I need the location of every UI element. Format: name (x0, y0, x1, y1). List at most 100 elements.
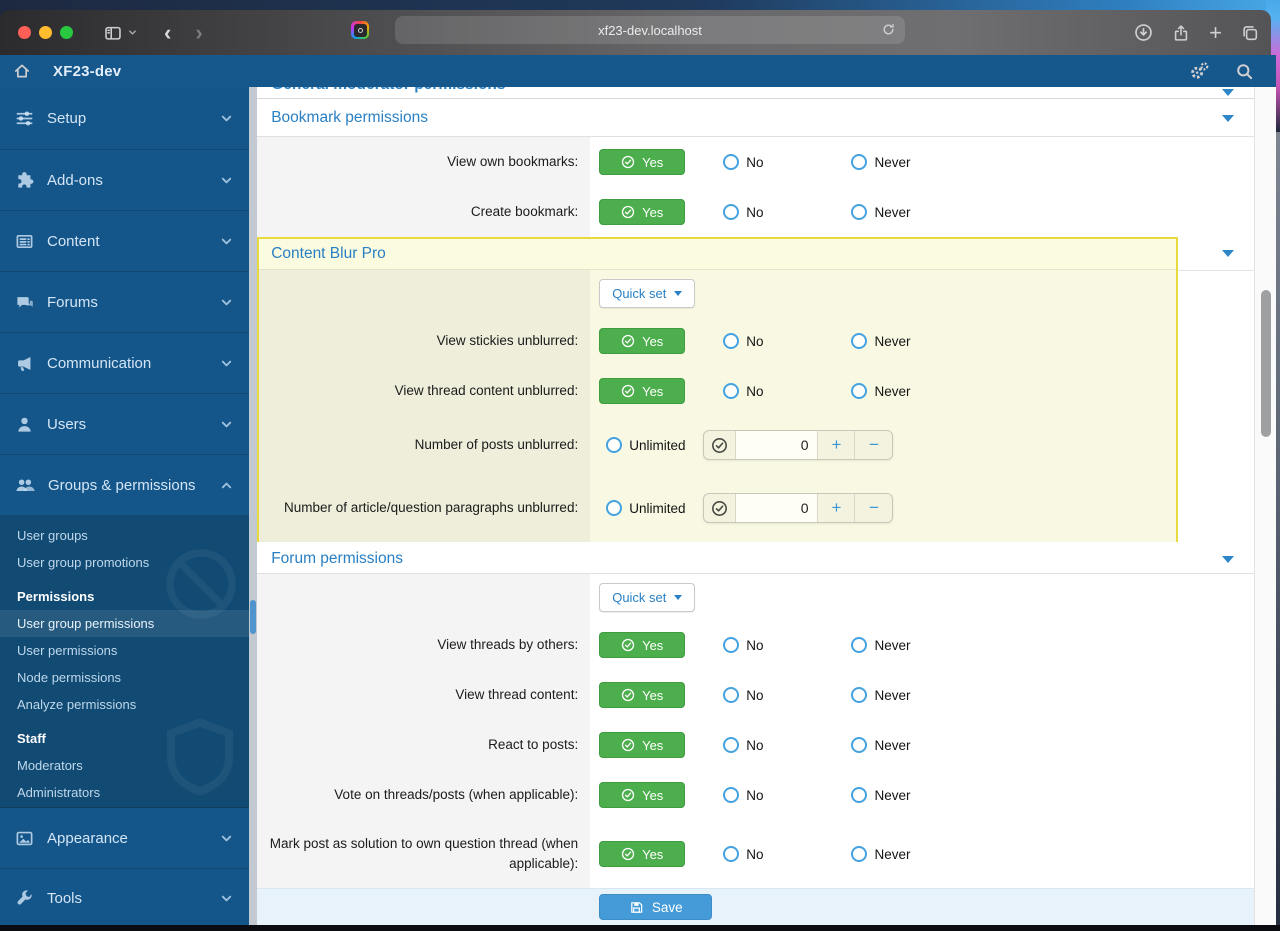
never-option[interactable]: Never (851, 204, 910, 220)
downloads-icon[interactable] (1134, 23, 1153, 42)
no-option[interactable]: No (723, 737, 763, 753)
never-option[interactable]: Never (851, 737, 910, 753)
sidebar-item-appearance[interactable]: Appearance (0, 808, 250, 869)
section-general-moderator-permissions[interactable]: General moderator permissions (257, 87, 1254, 99)
never-option[interactable]: Never (851, 154, 910, 170)
yes-button-selected[interactable]: Yes (599, 682, 686, 708)
number-input[interactable]: 0 (736, 494, 819, 522)
yes-button-selected[interactable]: Yes (599, 732, 686, 758)
share-icon[interactable] (1172, 24, 1190, 42)
sidebar-toggle-icon[interactable] (103, 24, 123, 42)
increment-button[interactable]: + (818, 494, 856, 522)
sidebar-chevron-icon[interactable] (127, 27, 138, 38)
no-option[interactable]: No (723, 333, 763, 349)
sidebar-scrollbar[interactable] (249, 87, 258, 925)
collapse-caret-icon[interactable] (1222, 114, 1234, 122)
quick-set-button[interactable]: Quick set (599, 582, 696, 612)
collapse-caret-icon[interactable] (1222, 250, 1234, 257)
radio-icon[interactable] (723, 333, 740, 349)
section-content-blur-pro[interactable]: Content Blur Pro (259, 239, 1177, 270)
sidebar-item-groups-permissions[interactable]: Groups & permissions (0, 455, 250, 516)
tab-overview-icon[interactable] (1241, 24, 1259, 42)
sidebar-item-forums[interactable]: Forums (0, 272, 250, 333)
yes-button-selected[interactable]: Yes (599, 378, 686, 404)
section-forum-permissions[interactable]: Forum permissions (257, 544, 1254, 574)
quick-set-button[interactable]: Quick set (599, 278, 696, 308)
sidebar-item-user-permissions[interactable]: User permissions (0, 637, 249, 664)
radio-icon[interactable] (851, 637, 868, 653)
no-option[interactable]: No (723, 154, 763, 170)
collapse-caret-icon[interactable] (1222, 555, 1234, 563)
yes-button-selected[interactable]: Yes (599, 841, 686, 867)
sidebar-item-communication[interactable]: Communication (0, 333, 250, 394)
yes-button-selected[interactable]: Yes (599, 632, 686, 658)
never-option[interactable]: Never (851, 637, 910, 653)
address-bar[interactable]: xf23-dev.localhost (395, 16, 905, 44)
selected-check-circle-icon[interactable] (704, 494, 737, 522)
sidebar-item-tools[interactable]: Tools (0, 869, 249, 925)
radio-icon[interactable] (851, 383, 868, 399)
radio-icon[interactable] (723, 637, 740, 653)
sidebar-item-setup[interactable]: Setup (0, 87, 250, 150)
number-input[interactable]: 0 (736, 431, 819, 459)
never-option[interactable]: Never (851, 383, 910, 399)
sidebar-item-node-permissions[interactable]: Node permissions (0, 664, 249, 691)
never-option[interactable]: Never (851, 846, 910, 862)
zoom-window-button[interactable] (60, 26, 73, 39)
collapse-caret-icon[interactable] (1222, 89, 1234, 96)
extension-icon[interactable] (351, 21, 369, 39)
increment-button[interactable]: + (818, 431, 856, 459)
radio-icon[interactable] (723, 687, 740, 703)
yes-button-selected[interactable]: Yes (599, 328, 686, 354)
no-option[interactable]: No (723, 787, 763, 803)
yes-button-selected[interactable]: Yes (599, 149, 686, 175)
no-option[interactable]: No (723, 687, 763, 703)
radio-icon[interactable] (851, 787, 868, 803)
no-option[interactable]: No (723, 846, 763, 862)
admin-settings-gears-icon[interactable] (1189, 61, 1209, 81)
page-scrollbar-thumb[interactable] (1261, 290, 1271, 437)
sidebar-item-addons[interactable]: Add-ons (0, 150, 250, 211)
sidebar-item-content[interactable]: Content (0, 211, 250, 272)
yes-button-selected[interactable]: Yes (599, 782, 686, 808)
radio-icon[interactable] (723, 204, 740, 220)
no-option[interactable]: No (723, 204, 763, 220)
no-option[interactable]: No (723, 637, 763, 653)
reload-icon[interactable] (881, 22, 896, 37)
radio-icon[interactable] (851, 687, 868, 703)
radio-icon[interactable] (606, 500, 623, 516)
home-icon[interactable] (13, 62, 31, 80)
selected-check-circle-icon[interactable] (704, 431, 737, 459)
admin-search-icon[interactable] (1235, 62, 1254, 81)
radio-icon[interactable] (606, 437, 623, 453)
radio-icon[interactable] (851, 737, 868, 753)
never-option[interactable]: Never (851, 787, 910, 803)
radio-icon[interactable] (723, 846, 740, 862)
admin-title[interactable]: XF23-dev (53, 63, 121, 80)
radio-icon[interactable] (723, 383, 740, 399)
minimize-window-button[interactable] (39, 26, 52, 39)
never-option[interactable]: Never (851, 687, 910, 703)
radio-icon[interactable] (723, 737, 740, 753)
unlimited-option[interactable]: Unlimited (606, 500, 685, 516)
radio-icon[interactable] (723, 787, 740, 803)
decrement-button[interactable]: − (855, 494, 892, 522)
sidebar-scrollbar-thumb[interactable] (250, 600, 257, 634)
no-option[interactable]: No (723, 383, 763, 399)
save-button[interactable]: Save (599, 894, 713, 920)
radio-icon[interactable] (851, 154, 868, 170)
yes-button-selected[interactable]: Yes (599, 199, 686, 225)
back-button[interactable]: ‹ (164, 20, 171, 46)
unlimited-option[interactable]: Unlimited (606, 437, 685, 453)
sidebar-item-users[interactable]: Users (0, 394, 250, 455)
radio-icon[interactable] (723, 154, 740, 170)
radio-icon[interactable] (851, 204, 868, 220)
new-tab-icon[interactable]: + (1209, 20, 1222, 46)
decrement-button[interactable]: − (855, 431, 892, 459)
page-scrollbar[interactable] (1254, 87, 1276, 925)
section-bookmark-permissions[interactable]: Bookmark permissions (257, 99, 1254, 137)
radio-icon[interactable] (851, 333, 868, 349)
radio-icon[interactable] (851, 846, 868, 862)
never-option[interactable]: Never (851, 333, 910, 349)
close-window-button[interactable] (18, 26, 31, 39)
